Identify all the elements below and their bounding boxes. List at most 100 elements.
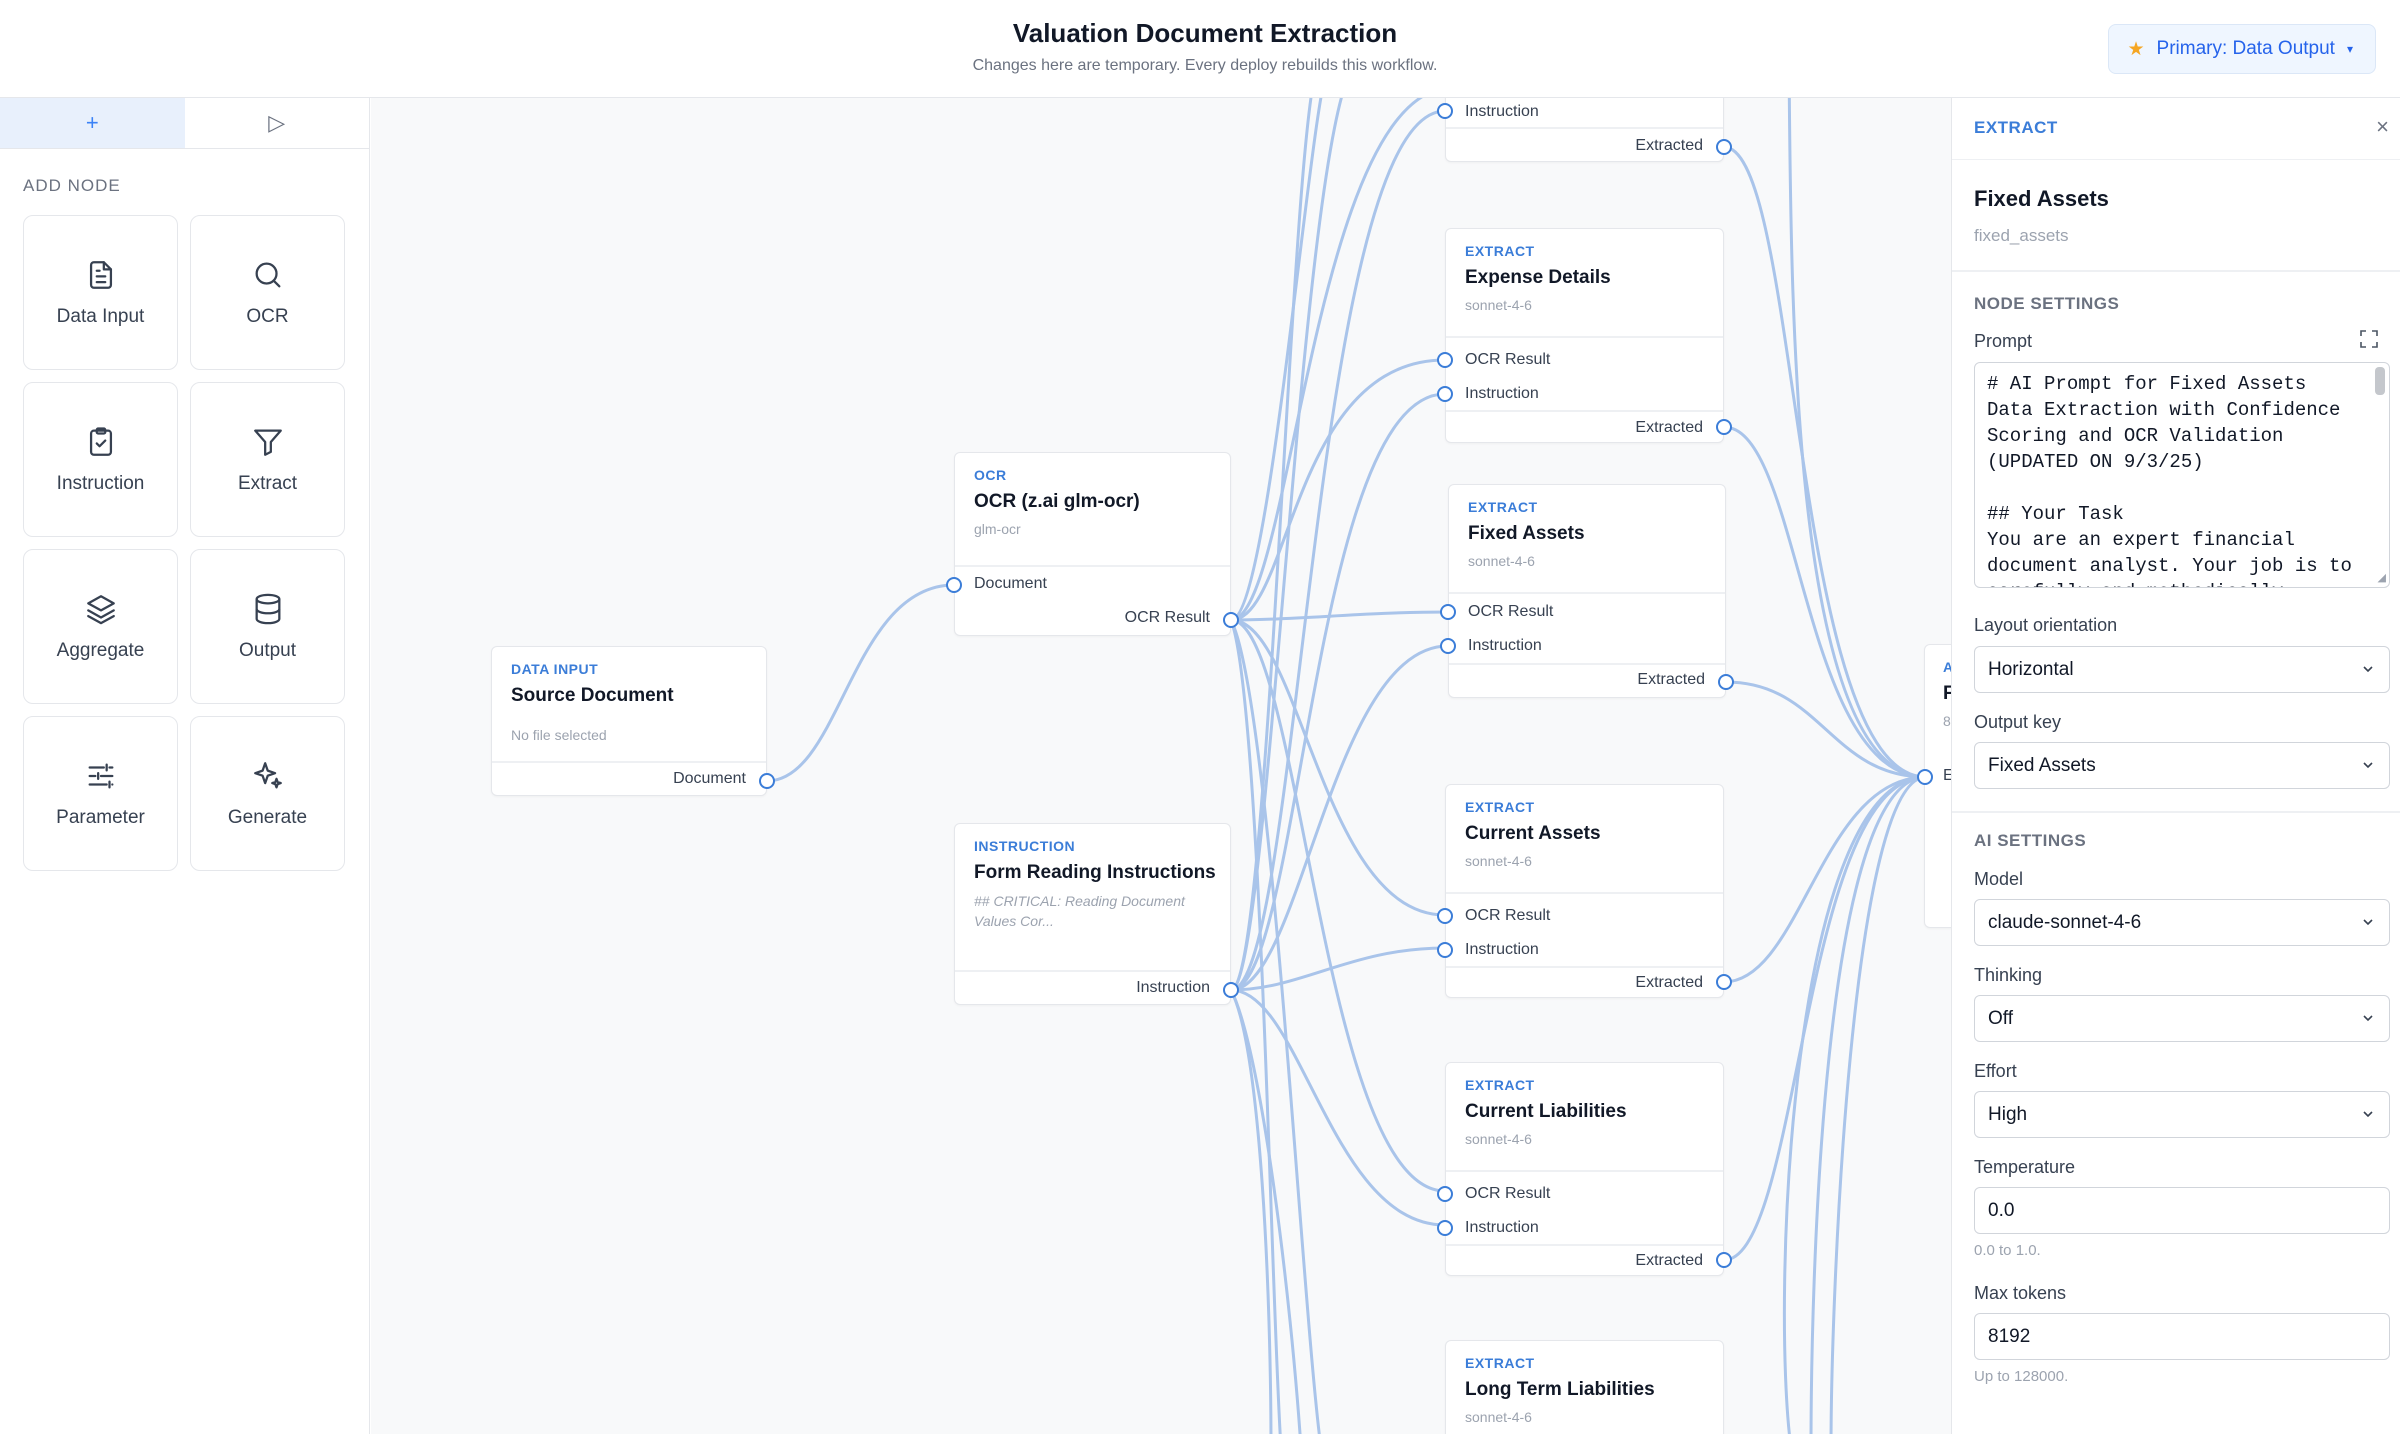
inspector-header: EXTRACT × <box>1952 98 2400 160</box>
temperature-input[interactable]: 0.0 <box>1974 1187 2390 1234</box>
input-port[interactable] <box>1437 1220 1453 1236</box>
instruction-node[interactable]: INSTRUCTION Form Reading Instructions ##… <box>954 823 1231 1005</box>
input-port[interactable] <box>1437 103 1453 119</box>
extract-node-partial[interactable]: Instruction Extracted <box>1445 98 1724 162</box>
add-instruction-button[interactable]: Instruction <box>23 382 178 537</box>
extract-node-current-assets[interactable]: EXTRACT Current Assets sonnet-4-6 OCR Re… <box>1445 784 1724 998</box>
output-port[interactable] <box>1223 982 1239 998</box>
node-subtitle: ## CRITICAL: Reading Document Values Cor… <box>974 893 1185 929</box>
node-type-label: OCR <box>246 305 289 327</box>
layout-orientation-select[interactable]: Horizontal <box>1974 646 2390 693</box>
plus-icon: + <box>85 110 99 135</box>
node-subtitle: sonnet-4-6 <box>1465 853 1532 869</box>
inspector-node-key: fixed_assets <box>1974 226 2069 245</box>
expand-icon[interactable] <box>2360 330 2378 348</box>
tab-run[interactable]: ▷ <box>185 98 370 148</box>
add-ocr-button[interactable]: OCR <box>190 215 345 370</box>
node-type: OCR <box>974 467 1007 483</box>
node-type-label: Instruction <box>56 472 145 494</box>
output-port[interactable] <box>1716 419 1732 435</box>
thinking-select[interactable]: Off <box>1974 995 2390 1042</box>
ocr-node[interactable]: OCR OCR (z.ai glm-ocr) glm-ocr Document … <box>954 452 1231 636</box>
temperature-hint: 0.0 to 1.0. <box>1974 1242 2041 1259</box>
primary-output-button[interactable]: ★ Primary: Data Output ▾ <box>2108 24 2376 74</box>
document-icon <box>89 260 112 289</box>
node-subtitle: sonnet-4-6 <box>1465 1131 1532 1147</box>
port-label: Extracted <box>1635 974 1703 991</box>
data-input-node[interactable]: DATA INPUT Source Document No file selec… <box>491 646 767 796</box>
node-subtitle: 8 <box>1943 713 1951 729</box>
model-select[interactable]: claude-sonnet-4-6 <box>1974 899 2390 946</box>
node-title: Long Term Liabilities <box>1465 1379 1655 1400</box>
max-tokens-label: Max tokens <box>1974 1283 2067 1303</box>
thinking-label: Thinking <box>1974 965 2043 985</box>
extract-node-current-liabilities[interactable]: EXTRACT Current Liabilities sonnet-4-6 O… <box>1445 1062 1724 1276</box>
port-label: E <box>1943 767 1951 784</box>
input-port[interactable] <box>1437 942 1453 958</box>
prompt-textarea[interactable]: # AI Prompt for Fixed Assets Data Extrac… <box>1974 362 2390 588</box>
output-port[interactable] <box>1718 674 1734 690</box>
output-key-select[interactable]: Fixed Assets <box>1974 742 2390 789</box>
add-aggregate-button[interactable]: Aggregate <box>23 549 178 704</box>
select-value: Off <box>1988 1007 2013 1029</box>
port-label: Document <box>673 770 746 787</box>
scrollbar-thumb[interactable] <box>2375 367 2385 395</box>
input-port[interactable] <box>1437 1186 1453 1202</box>
output-port[interactable] <box>1716 1252 1732 1268</box>
port-label: Instruction <box>1465 941 1539 958</box>
input-port[interactable] <box>1437 908 1453 924</box>
node-type-label: Generate <box>227 806 308 828</box>
layers-icon <box>86 594 115 624</box>
output-port[interactable] <box>1223 612 1239 628</box>
chevron-down-icon <box>2363 762 2373 769</box>
node-subtitle: sonnet-4-6 <box>1465 1409 1532 1425</box>
sparkles-icon <box>253 761 282 788</box>
input-port[interactable] <box>1440 604 1456 620</box>
aggregate-node-partial[interactable]: A F 8 E <box>1924 644 1951 928</box>
star-icon: ★ <box>2127 38 2145 60</box>
port-label: OCR Result <box>1124 609 1210 626</box>
node-subtitle: No file selected <box>511 727 607 743</box>
node-title: Current Liabilities <box>1465 1101 1627 1122</box>
input-port[interactable] <box>1917 769 1933 785</box>
node-title: F <box>1943 683 1951 704</box>
output-port[interactable] <box>1716 139 1732 155</box>
close-icon[interactable]: × <box>2376 114 2389 140</box>
node-palette-panel: + ▷ ADD NODE Data Input OCR Instruction … <box>0 98 370 1434</box>
sliders-icon <box>88 763 113 788</box>
input-port[interactable] <box>1440 638 1456 654</box>
chevron-down-icon <box>2363 1111 2373 1118</box>
add-extract-button[interactable]: Extract <box>190 382 345 537</box>
primary-output-label: Primary: Data Output <box>2156 38 2335 59</box>
prompt-label: Prompt <box>1974 331 2033 351</box>
extract-node-fixed-assets[interactable]: EXTRACT Fixed Assets sonnet-4-6 OCR Resu… <box>1448 484 1726 698</box>
node-title: Form Reading Instructions <box>974 862 1216 883</box>
extract-node-expense-details[interactable]: EXTRACT Expense Details sonnet-4-6 OCR R… <box>1445 228 1724 443</box>
port-label: Document <box>974 575 1047 592</box>
node-type-label: Parameter <box>56 806 145 828</box>
node-title: OCR (z.ai glm-ocr) <box>974 491 1140 512</box>
add-generate-button[interactable]: Generate <box>190 716 345 871</box>
add-parameter-button[interactable]: Parameter <box>23 716 178 871</box>
search-icon <box>255 262 280 287</box>
node-type: DATA INPUT <box>511 661 599 677</box>
port-label: OCR Result <box>1465 351 1551 368</box>
select-value: Fixed Assets <box>1988 754 2096 776</box>
input-port[interactable] <box>946 577 962 593</box>
workflow-canvas[interactable]: Instruction Extracted DATA INPUT Source … <box>371 98 1951 1434</box>
effort-select[interactable]: High <box>1974 1091 2390 1138</box>
add-data-input-button[interactable]: Data Input <box>23 215 178 370</box>
port-label: Extracted <box>1635 1252 1703 1269</box>
max-tokens-input[interactable]: 8192 <box>1974 1313 2390 1360</box>
add-output-button[interactable]: Output <box>190 549 345 704</box>
input-port[interactable] <box>1437 386 1453 402</box>
resize-handle-icon[interactable]: ◢ <box>2378 571 2386 584</box>
input-port[interactable] <box>1437 352 1453 368</box>
node-type-label: Aggregate <box>56 639 145 661</box>
node-title: Source Document <box>511 685 674 706</box>
extract-node-long-term-liabilities[interactable]: EXTRACT Long Term Liabilities sonnet-4-6 <box>1445 1340 1724 1434</box>
node-type-label: Output <box>238 639 297 661</box>
output-port[interactable] <box>759 773 775 789</box>
output-port[interactable] <box>1716 974 1732 990</box>
tab-add-node[interactable]: + <box>0 98 185 148</box>
